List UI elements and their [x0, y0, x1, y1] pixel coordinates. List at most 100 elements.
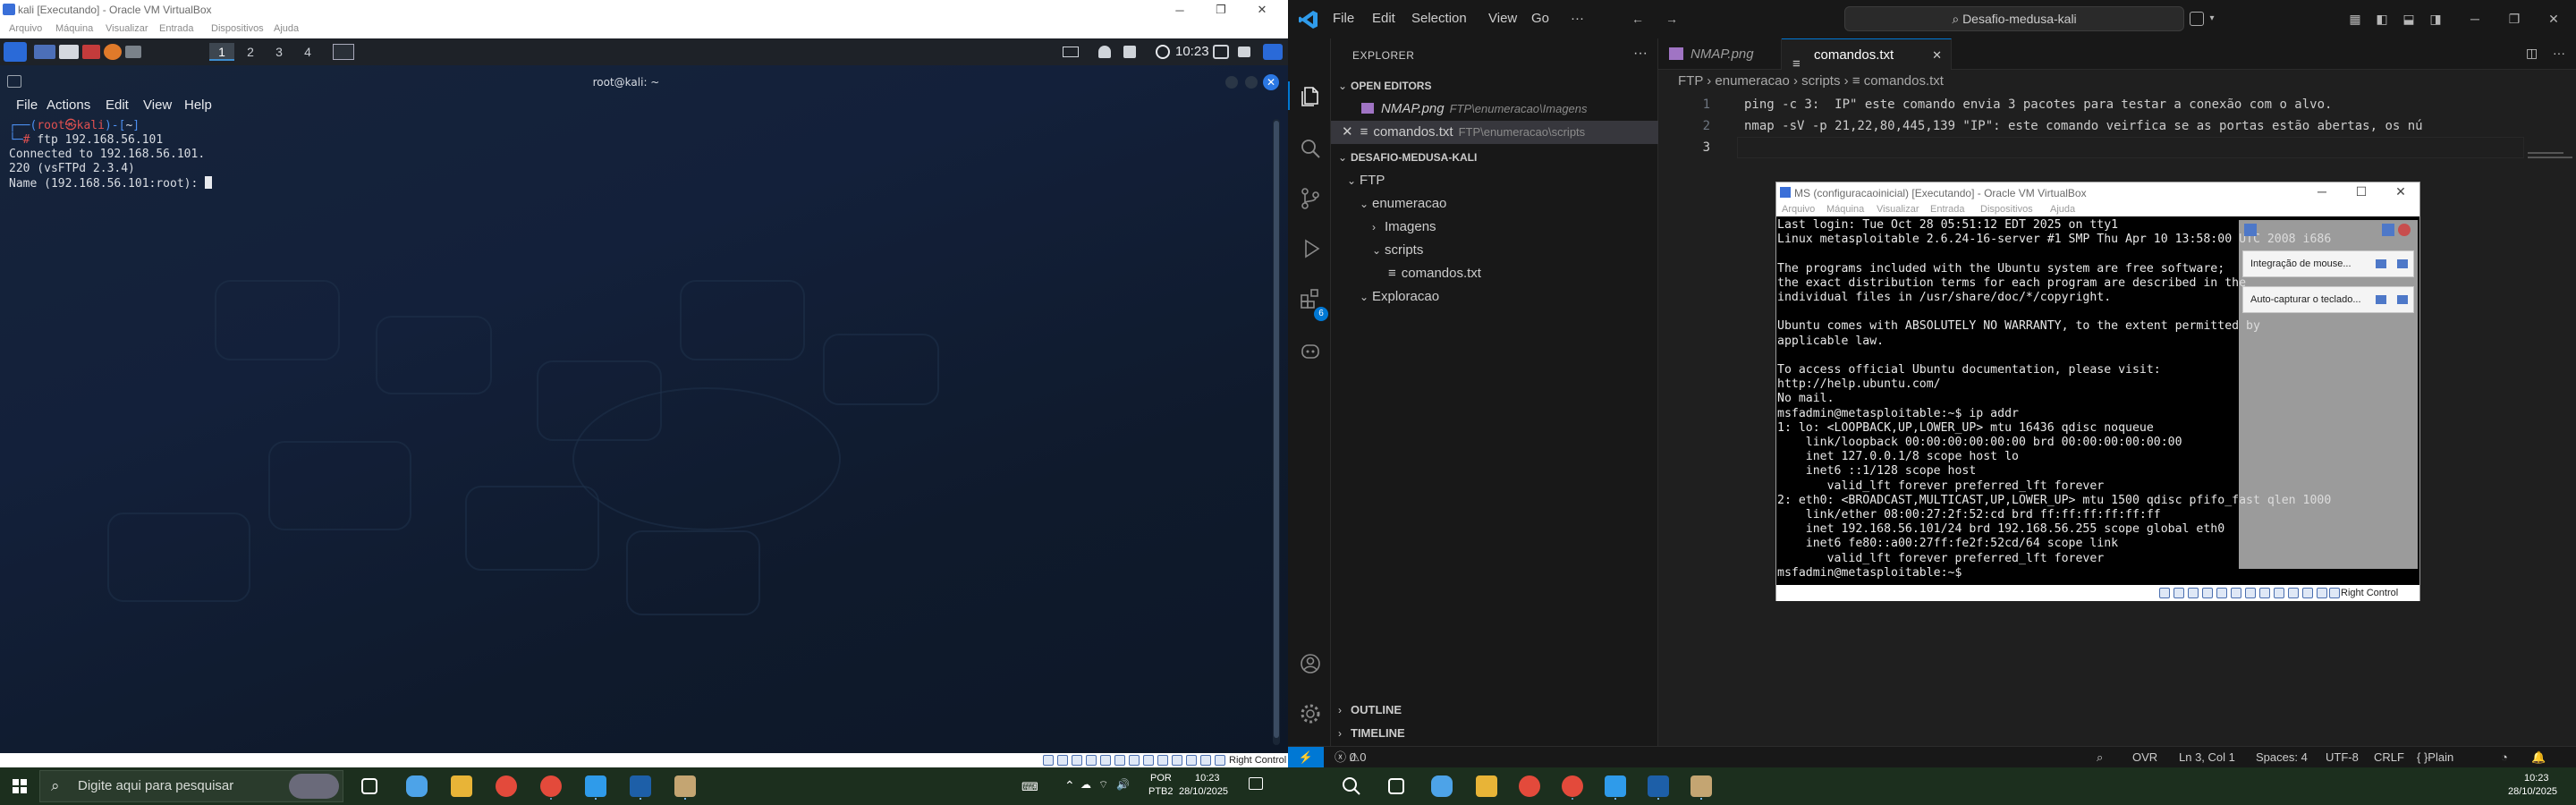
status-cursor-position[interactable]: Ln 3, Col 1 [2179, 747, 2235, 767]
host-key-icon[interactable] [1215, 755, 1225, 766]
keyboard-icon[interactable] [2302, 588, 2313, 598]
status-language[interactable]: { } Plain Text [2417, 747, 2453, 784]
close-editor-icon[interactable]: ✕ [1342, 124, 1353, 140]
tree-folder-exploracao[interactable]: ⌄ Exploracao [1331, 285, 1658, 309]
chrome-icon[interactable] [496, 775, 517, 797]
taskbar-date[interactable]: 28/10/2025 [1179, 786, 1228, 797]
mouse-integration-icon[interactable] [1172, 755, 1182, 766]
optical-icon[interactable] [1057, 755, 1068, 766]
toggle-sidebar-icon[interactable]: ◧ [2372, 9, 2392, 29]
audio-icon[interactable] [1072, 755, 1082, 766]
customize-layout-icon[interactable]: ▦ [2345, 9, 2365, 29]
notification-center-icon[interactable] [1249, 777, 1263, 790]
firefox-icon[interactable] [104, 44, 122, 60]
virtualbox-app-icon[interactable] [1648, 775, 1669, 797]
search-highlight-image[interactable] [289, 774, 339, 799]
task-view-icon[interactable] [361, 778, 377, 794]
code-editor[interactable]: 1 ping -c 3: IP" este comando envia 3 pa… [1658, 94, 2576, 183]
power-icon[interactable] [1263, 44, 1283, 60]
display-icon[interactable] [1213, 45, 1229, 59]
more-actions-icon[interactable]: ··· [1633, 46, 1648, 62]
open-editor-item[interactable]: NMAP.png FTP\enumeracao\Imagens [1331, 97, 1658, 121]
maximize-button[interactable]: ☐ [2343, 184, 2379, 199]
breadcrumb-item[interactable]: scripts [1801, 73, 1840, 89]
display-status-icon[interactable] [2245, 588, 2256, 598]
optical-icon[interactable] [2174, 588, 2184, 598]
terminal-launcher-icon[interactable] [125, 46, 141, 58]
terminal-minimize-button[interactable] [1225, 76, 1238, 89]
wifi-icon[interactable]: ⌔ [1098, 778, 1108, 792]
restore-button[interactable]: ❐ [2504, 9, 2524, 29]
virtualbox-vm-app-icon[interactable] [674, 775, 696, 797]
usb-icon[interactable] [1100, 755, 1111, 766]
panel-clock[interactable]: 10:23 [1175, 44, 1209, 59]
gear-icon[interactable] [1299, 702, 1322, 725]
open-editors-header[interactable]: ⌄ OPEN EDITORS [1331, 74, 1658, 97]
network-icon[interactable] [2202, 588, 2213, 598]
taskbar-date[interactable]: 28/10/2025 [2508, 786, 2557, 797]
copilot-status-icon[interactable]: ◔ [2501, 747, 2508, 767]
notification-close-icon[interactable] [2398, 224, 2411, 236]
virtualbox-app-icon[interactable] [630, 775, 651, 797]
recording-icon[interactable] [2259, 588, 2270, 598]
close-button[interactable]: ✕ [2544, 9, 2563, 29]
language-code[interactable]: POR [1150, 773, 1172, 784]
explorer-icon[interactable] [1299, 85, 1322, 108]
ms-vm-console[interactable]: Last login: Tue Oct 28 05:51:12 EDT 2025… [1776, 216, 2419, 585]
vscode-menu-more[interactable]: ··· [1571, 11, 1584, 26]
tree-folder-enumeracao[interactable]: ⌄ enumeracao [1331, 192, 1658, 216]
lock-icon[interactable] [1123, 46, 1136, 58]
notification-mouse-integration[interactable]: Integração de mouse... [2242, 250, 2414, 277]
minimize-button[interactable]: ─ [2465, 9, 2485, 29]
chrome-icon[interactable] [1562, 775, 1583, 797]
breadcrumb-item[interactable]: FTP [1678, 73, 1703, 89]
chrome-icon[interactable] [1519, 775, 1540, 797]
close-button[interactable]: ✕ [1241, 0, 1283, 20]
outline-header[interactable]: › OUTLINE [1331, 699, 1658, 722]
terminal-close-button[interactable]: ✕ [1263, 74, 1279, 90]
chevron-up-icon[interactable]: ⌃ [1064, 778, 1075, 793]
problems-indicator[interactable]: ⓧ 0 ⚠ 0 [1335, 747, 1367, 767]
copilot-chat-icon[interactable] [1299, 339, 1322, 362]
menu-dispositivos[interactable]: Dispositivos [211, 23, 264, 34]
terminal-menu-actions[interactable]: Actions [47, 97, 90, 113]
forward-arrow-icon[interactable]: → [1662, 9, 1682, 29]
kali-menu-icon[interactable] [4, 42, 27, 62]
menu-ajuda[interactable]: Ajuda [2050, 204, 2075, 215]
terminal-menu-help[interactable]: Help [184, 97, 212, 113]
minimize-button[interactable]: ─ [2304, 184, 2340, 199]
minimize-button[interactable]: ─ [1159, 0, 1200, 20]
usb-icon[interactable] [2216, 588, 2227, 598]
terminal-output[interactable]: ┌──(root㉿kali)-[~] └─# ftp 192.168.56.10… [9, 119, 213, 191]
source-control-icon[interactable] [1299, 187, 1322, 210]
breadcrumb-item[interactable]: enumeracao [1715, 73, 1789, 89]
tab-nmap-png[interactable]: NMAP.png [1658, 38, 1782, 70]
code-line[interactable]: ping -c 3: IP" este comando envia 3 paco… [1744, 94, 2522, 115]
vscode-menu-selection[interactable]: Selection [1411, 11, 1467, 26]
tab-comandos-txt[interactable]: ≡ comandos.txt ✕ [1782, 38, 1952, 72]
desktop-icon[interactable] [34, 45, 55, 59]
files-icon[interactable] [59, 45, 79, 59]
file-explorer-icon[interactable] [451, 775, 472, 797]
search-icon[interactable] [1299, 137, 1322, 160]
taskbar-time[interactable]: 10:23 [1195, 773, 1220, 784]
toggle-panel-icon[interactable]: ⬓ [2399, 9, 2419, 29]
menu-maquina[interactable]: Máquina [1826, 204, 1864, 215]
search-icon[interactable] [1342, 776, 1361, 796]
chrome-icon[interactable] [540, 775, 562, 797]
chevron-down-icon[interactable]: ▾ [2202, 9, 2222, 29]
file-explorer-icon[interactable] [1476, 775, 1497, 797]
terminal-menu-edit[interactable]: Edit [106, 97, 129, 113]
menu-entrada[interactable]: Entrada [1930, 204, 1965, 215]
shared-folder-icon[interactable] [2231, 588, 2241, 598]
terminal-window[interactable]: root@kali: ~ ✕ File Actions Edit View He… [0, 65, 1288, 753]
text-editor-icon[interactable] [82, 45, 100, 59]
back-arrow-icon[interactable]: ← [1628, 9, 1648, 29]
terminal-scrollbar[interactable] [1273, 119, 1280, 745]
status-eol[interactable]: CRLF [2374, 747, 2404, 767]
minimap[interactable] [2524, 149, 2576, 185]
tree-folder-ftp[interactable]: ⌄ FTP [1331, 169, 1658, 192]
menu-arquivo[interactable]: Arquivo [1782, 204, 1815, 215]
copilot-app-icon[interactable] [1431, 775, 1453, 797]
command-center-search[interactable]: ⌕ Desafio-medusa-kali [1844, 6, 2184, 31]
